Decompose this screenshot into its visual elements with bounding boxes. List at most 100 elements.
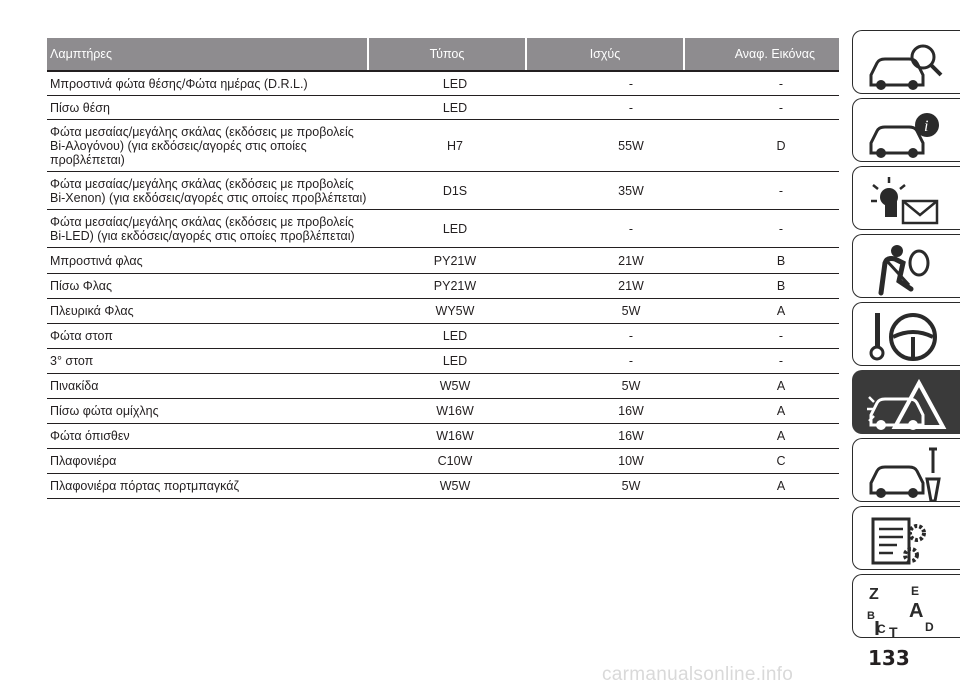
figure-ref-cell-text: - bbox=[778, 329, 784, 343]
table-row: Πλαφονιέρα πόρτας πορτμπαγκάζ W5W 5W A bbox=[47, 474, 839, 499]
table-row: Φώτα στοπ LED - - bbox=[47, 324, 839, 349]
lamp-cell: Φώτα μεσαίας/μεγάλης σκάλας (εκδόσεις με… bbox=[47, 125, 367, 167]
svg-text:T: T bbox=[889, 624, 898, 637]
lamp-cell: Μπροστινά φλας bbox=[47, 254, 367, 268]
chapter-tab[interactable] bbox=[852, 234, 960, 298]
type-cell: PY21W bbox=[367, 279, 543, 293]
table-row: Μπροστινά φλας PY21W 21W B bbox=[47, 248, 839, 274]
power-cell-text: - bbox=[628, 221, 634, 236]
svg-text:i: i bbox=[924, 118, 928, 135]
power-cell: 5W bbox=[543, 304, 719, 318]
type-cell: LED bbox=[367, 354, 543, 368]
power-cell: 35W bbox=[543, 184, 719, 198]
type-cell-text: PY21W bbox=[433, 253, 477, 268]
power-cell-text: 16W bbox=[618, 429, 644, 443]
lamp-cell-text: Μπροστινά φώτα θέσης/Φώτα ημέρας (D.R.L.… bbox=[50, 76, 308, 91]
type-cell: LED bbox=[367, 329, 543, 343]
power-cell: 21W bbox=[543, 279, 719, 293]
svg-text:B: B bbox=[867, 610, 875, 622]
figure-ref-cell-text: - bbox=[778, 354, 784, 368]
lamp-cell: Πλαφονιέρα πόρτας πορτμπαγκάζ bbox=[47, 479, 367, 493]
power-cell-text: - bbox=[628, 100, 634, 115]
figure-ref-cell: - bbox=[719, 101, 839, 115]
table-row: Πινακίδα W5W 5W A bbox=[47, 374, 839, 399]
figure-ref-cell: B bbox=[719, 279, 839, 293]
figure-ref-cell: D bbox=[719, 139, 839, 153]
figure-ref-cell: A bbox=[719, 304, 839, 318]
lamp-cell-text: Πλευρικά Φλας bbox=[50, 304, 134, 318]
table-row: Μπροστινά φώτα θέσης/Φώτα ημέρας (D.R.L.… bbox=[47, 72, 839, 96]
type-cell: W5W bbox=[367, 379, 543, 393]
lamp-cell-text: 3° στοπ bbox=[50, 354, 94, 368]
lamp-cell-text: Πινακίδα bbox=[50, 379, 99, 393]
power-cell-text: - bbox=[628, 354, 634, 368]
figure-ref-cell: - bbox=[719, 77, 839, 91]
type-cell: WY5W bbox=[367, 304, 543, 318]
lamp-cell-text: Πίσω Φλας bbox=[50, 279, 113, 293]
figure-ref-cell-text: B bbox=[776, 253, 786, 268]
table-row: Φώτα μεσαίας/μεγάλης σκάλας (εκδόσεις με… bbox=[47, 210, 839, 248]
lamp-cell: Φώτα μεσαίας/μεγάλης σκάλας (εκδόσεις με… bbox=[47, 215, 367, 243]
chapter-tab[interactable] bbox=[852, 506, 960, 570]
chapter-tab[interactable] bbox=[852, 370, 960, 434]
type-cell-text: D1S bbox=[442, 183, 468, 198]
lamp-cell-text: Πίσω θέση bbox=[50, 100, 110, 115]
bulb-table: Λαμπτήρες Τύπος Ισχύς Αναφ. Εικόνας Μπρο… bbox=[47, 38, 839, 499]
power-cell: 16W bbox=[543, 429, 719, 443]
lamp-cell: Πλευρικά Φλας bbox=[47, 304, 367, 318]
power-cell-text: 5W bbox=[621, 479, 641, 493]
figure-ref-cell: B bbox=[719, 254, 839, 268]
figure-ref-cell-text: B bbox=[776, 279, 786, 293]
power-cell: - bbox=[543, 354, 719, 368]
header-lamps: Λαμπτήρες bbox=[47, 38, 367, 70]
table-body: Μπροστινά φώτα θέσης/Φώτα ημέρας (D.R.L.… bbox=[47, 72, 839, 499]
table-row: Φώτα μεσαίας/μεγάλης σκάλας (εκδόσεις με… bbox=[47, 120, 839, 172]
type-cell: H7 bbox=[367, 139, 543, 153]
type-cell-text: W16W bbox=[436, 429, 474, 443]
type-cell: PY21W bbox=[367, 254, 543, 268]
lamp-cell-text: Μπροστινά φλας bbox=[50, 253, 143, 268]
table-row: Φώτα όπισθεν W16W 16W A bbox=[47, 424, 839, 449]
figure-ref-cell-text: A bbox=[776, 404, 786, 418]
figure-ref-cell: A bbox=[719, 379, 839, 393]
lamp-cell-text: Φώτα μεσαίας/μεγάλης σκάλας (εκδόσεις με… bbox=[50, 176, 367, 205]
chapter-tab[interactable]: ZEBACTD bbox=[852, 574, 960, 638]
type-cell-text: LED bbox=[442, 354, 468, 368]
power-cell: - bbox=[543, 77, 719, 91]
type-cell-text: W16W bbox=[436, 404, 474, 418]
figure-ref-cell: A bbox=[719, 429, 839, 443]
lamp-cell-text: Πλαφονιέρα bbox=[50, 454, 117, 468]
lamp-cell-text: Πλαφονιέρα πόρτας πορτμπαγκάζ bbox=[50, 479, 240, 493]
type-cell-text: C10W bbox=[437, 454, 473, 468]
table-row: Πλαφονιέρα C10W 10W C bbox=[47, 449, 839, 474]
figure-ref-cell-text: C bbox=[776, 454, 786, 468]
chapter-tab[interactable] bbox=[852, 166, 960, 230]
lamp-cell-text: Φώτα μεσαίας/μεγάλης σκάλας (εκδόσεις με… bbox=[50, 214, 355, 243]
figure-ref-cell-text: - bbox=[778, 100, 784, 115]
type-cell-text: WY5W bbox=[435, 304, 475, 318]
power-cell: 5W bbox=[543, 379, 719, 393]
lamp-cell: Πίσω φώτα ομίχλης bbox=[47, 404, 367, 418]
lamp-cell: Πλαφονιέρα bbox=[47, 454, 367, 468]
figure-ref-cell: - bbox=[719, 329, 839, 343]
figure-ref-cell-text: A bbox=[776, 304, 786, 318]
type-cell: LED bbox=[367, 101, 543, 115]
type-cell-text: LED bbox=[442, 329, 468, 343]
chapter-tab[interactable]: i bbox=[852, 98, 960, 162]
figure-ref-cell-text: - bbox=[778, 221, 784, 236]
figure-ref-cell: C bbox=[719, 454, 839, 468]
type-cell: D1S bbox=[367, 184, 543, 198]
table-row: Πίσω φώτα ομίχλης W16W 16W A bbox=[47, 399, 839, 424]
table-row: Πίσω θέση LED - - bbox=[47, 96, 839, 120]
lamp-cell-text: Φώτα όπισθεν bbox=[50, 429, 130, 443]
svg-text:A: A bbox=[909, 600, 923, 622]
chapter-tab[interactable] bbox=[852, 30, 960, 94]
type-cell: LED bbox=[367, 77, 543, 91]
chapter-tab[interactable] bbox=[852, 438, 960, 502]
figure-ref-cell-text: A bbox=[776, 479, 786, 493]
power-cell: 5W bbox=[543, 479, 719, 493]
chapter-tab[interactable] bbox=[852, 302, 960, 366]
svg-text:D: D bbox=[925, 620, 934, 634]
power-cell-text: 21W bbox=[618, 253, 644, 268]
lamp-cell: Φώτα μεσαίας/μεγάλης σκάλας (εκδόσεις με… bbox=[47, 177, 367, 205]
